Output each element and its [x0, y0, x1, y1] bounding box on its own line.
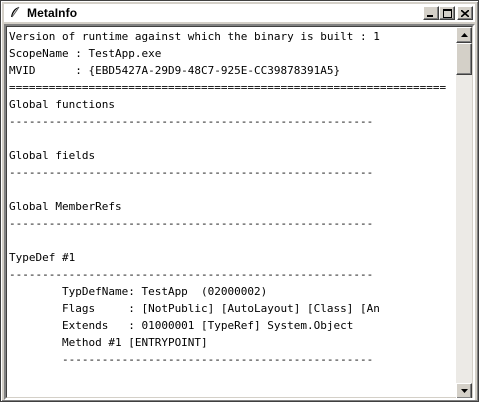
close-button[interactable] [457, 6, 473, 20]
text-line: TypeDef #1 [9, 251, 76, 264]
text-line: ----------------------------------------… [9, 166, 374, 179]
scroll-up-arrow-icon [460, 33, 468, 37]
text-line: ----------------------------------------… [9, 268, 374, 281]
feather-icon [7, 5, 23, 21]
text-line [9, 130, 459, 147]
text-line: ========================================… [9, 81, 447, 94]
scroll-up-button[interactable] [456, 27, 472, 43]
scroll-thumb[interactable] [456, 43, 472, 75]
window-controls [423, 6, 473, 20]
minimize-button[interactable] [423, 6, 439, 20]
metadata-text[interactable]: Version of runtime against which the bin… [9, 27, 459, 398]
text-line: ScopeName : TestApp.exe [9, 47, 162, 60]
text-line: ----------------------------------------… [9, 115, 374, 128]
minimize-icon [427, 14, 433, 17]
text-line: Global functions [9, 98, 115, 111]
text-line: Version of runtime against which the bin… [9, 30, 380, 43]
text-line: Flags : [NotPublic] [AutoLayout] [Class]… [9, 302, 380, 315]
text-line: Global MemberRefs [9, 200, 122, 213]
vertical-scrollbar[interactable] [456, 27, 472, 398]
output-pane-inner: Version of runtime against which the bin… [6, 26, 473, 398]
close-icon [461, 9, 469, 17]
output-pane: Version of runtime against which the bin… [4, 24, 475, 400]
text-line: Extends : 01000001 [TypeRef] System.Obje… [9, 319, 354, 332]
window-title: MetaInfo [27, 6, 78, 20]
text-line [9, 232, 459, 249]
scroll-down-arrow-icon [460, 389, 468, 393]
metainfo-window: MetaInfo Version of runtime against whic… [0, 0, 479, 402]
text-line: MVID : {EBD5427A-29D9-48C7-925E-CC398783… [9, 64, 341, 77]
maximize-icon [442, 8, 452, 18]
text-line: ----------------------------------------… [9, 353, 374, 366]
text-line: ----------------------------------------… [9, 217, 374, 230]
title-bar[interactable]: MetaInfo [4, 4, 475, 22]
text-line [9, 181, 459, 198]
text-line [9, 368, 459, 385]
text-line: Method #1 [ENTRYPOINT] [9, 336, 208, 349]
maximize-button[interactable] [439, 6, 455, 20]
text-line: TypDefName: TestApp (02000002) [9, 285, 268, 298]
scroll-down-button[interactable] [456, 383, 472, 398]
text-line: Global fields [9, 149, 96, 162]
